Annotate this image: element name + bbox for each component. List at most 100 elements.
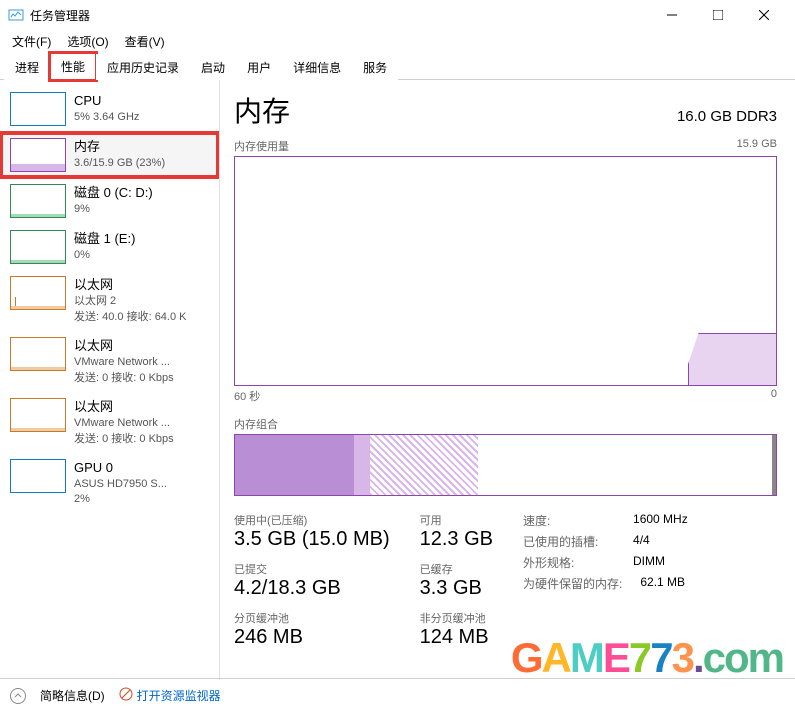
menu-file[interactable]: 文件(F) bbox=[4, 31, 59, 52]
sidebar-item-memory[interactable]: 内存 3.6/15.9 GB (23%) bbox=[0, 132, 219, 178]
stat-label: 已缓存 bbox=[420, 561, 493, 577]
usage-max: 15.9 GB bbox=[737, 138, 777, 154]
sidebar-item-disk1[interactable]: 磁盘 1 (E:) 0% bbox=[0, 224, 219, 270]
ethernet-thumb bbox=[10, 337, 66, 371]
sidebar-text: 内存 3.6/15.9 GB (23%) bbox=[74, 138, 165, 172]
cpu-thumb bbox=[10, 92, 66, 126]
composition-label: 内存组合 bbox=[234, 416, 777, 432]
maximize-button[interactable] bbox=[695, 0, 741, 30]
sidebar-text: 以太网 VMware Network ... 发送: 0 接收: 0 Kbps bbox=[74, 398, 174, 447]
memory-usage-chart[interactable] bbox=[234, 156, 777, 386]
sidebar-title: GPU 0 bbox=[74, 459, 167, 477]
stat-nonpaged: 非分页缓冲池 124 MB bbox=[420, 610, 493, 649]
sidebar-sub: VMware Network ... bbox=[74, 355, 174, 370]
detail-value: 62.1 MB bbox=[640, 575, 685, 592]
sidebar-text: GPU 0 ASUS HD7950 S... 2% bbox=[74, 459, 167, 508]
tab-app-history[interactable]: 应用历史记录 bbox=[96, 54, 190, 80]
tab-users[interactable]: 用户 bbox=[236, 54, 282, 80]
sidebar-text: 磁盘 0 (C: D:) 9% bbox=[74, 184, 153, 218]
sidebar: CPU 5% 3.64 GHz 内存 3.6/15.9 GB (23%) 磁盘 … bbox=[0, 80, 220, 680]
sidebar-item-cpu[interactable]: CPU 5% 3.64 GHz bbox=[0, 86, 219, 132]
memory-capacity: 16.0 GB DDR3 bbox=[677, 108, 777, 125]
ethernet-thumb bbox=[10, 398, 66, 432]
sidebar-item-gpu[interactable]: GPU 0 ASUS HD7950 S... 2% bbox=[0, 453, 219, 514]
gpu-thumb bbox=[10, 459, 66, 493]
detail-value: 1600 MHz bbox=[633, 512, 688, 529]
ethernet-thumb bbox=[10, 276, 66, 310]
axis-left: 60 秒 bbox=[234, 388, 260, 404]
sidebar-text: 以太网 以太网 2 发送: 40.0 接收: 64.0 K bbox=[74, 276, 187, 325]
resource-monitor-link[interactable]: 打开资源监视器 bbox=[119, 687, 221, 704]
disk-thumb bbox=[10, 230, 66, 264]
watermark: GAME773.com bbox=[511, 634, 783, 682]
stats: 使用中(已压缩) 3.5 GB (15.0 MB) 可用 12.3 GB 已提交… bbox=[234, 512, 777, 649]
sidebar-text: 磁盘 1 (E:) 0% bbox=[74, 230, 135, 264]
detail-row: 速度: 1600 MHz bbox=[523, 512, 688, 529]
detail-value: DIMM bbox=[633, 554, 665, 571]
sidebar-sub: 3.6/15.9 GB (23%) bbox=[74, 156, 165, 171]
sidebar-item-ethernet-1[interactable]: 以太网 以太网 2 发送: 40.0 接收: 64.0 K bbox=[0, 270, 219, 331]
comp-reserved bbox=[772, 435, 776, 495]
tab-performance[interactable]: 性能 bbox=[50, 53, 96, 80]
tab-startup[interactable]: 启动 bbox=[190, 54, 236, 80]
stat-label: 分页缓冲池 bbox=[234, 610, 390, 626]
stat-available: 可用 12.3 GB bbox=[420, 512, 493, 551]
comp-modified bbox=[354, 435, 370, 495]
sidebar-text: CPU 5% 3.64 GHz bbox=[74, 92, 139, 126]
memory-composition-chart[interactable] bbox=[234, 434, 777, 496]
minimize-button[interactable] bbox=[649, 0, 695, 30]
main-panel: 内存 16.0 GB DDR3 内存使用量 15.9 GB 60 秒 0 内存组… bbox=[220, 80, 795, 680]
sidebar-sub: ASUS HD7950 S... bbox=[74, 477, 167, 492]
memory-thumb bbox=[10, 138, 66, 172]
stat-value: 4.2/18.3 GB bbox=[234, 577, 390, 600]
sidebar-sub: 5% 3.64 GHz bbox=[74, 110, 139, 125]
detail-key: 为硬件保留的内存: bbox=[523, 575, 622, 592]
sidebar-sub: VMware Network ... bbox=[74, 416, 174, 431]
stat-cached: 已缓存 3.3 GB bbox=[420, 561, 493, 600]
main-header: 内存 16.0 GB DDR3 bbox=[234, 90, 777, 130]
sidebar-item-disk0[interactable]: 磁盘 0 (C: D:) 9% bbox=[0, 178, 219, 224]
sidebar-item-ethernet-3[interactable]: 以太网 VMware Network ... 发送: 0 接收: 0 Kbps bbox=[0, 392, 219, 453]
stat-value: 12.3 GB bbox=[420, 528, 493, 551]
comp-standby bbox=[370, 435, 478, 495]
brief-info-link[interactable]: 简略信息(D) bbox=[40, 687, 105, 704]
detail-row: 外形规格: DIMM bbox=[523, 554, 688, 571]
stat-value: 3.5 GB (15.0 MB) bbox=[234, 528, 390, 551]
forbidden-icon bbox=[119, 687, 133, 704]
stat-value: 246 MB bbox=[234, 626, 390, 649]
tab-processes[interactable]: 进程 bbox=[4, 54, 50, 80]
sidebar-item-ethernet-2[interactable]: 以太网 VMware Network ... 发送: 0 接收: 0 Kbps bbox=[0, 331, 219, 392]
stat-label: 使用中(已压缩) bbox=[234, 512, 390, 528]
detail-row: 为硬件保留的内存: 62.1 MB bbox=[523, 575, 688, 592]
stat-committed: 已提交 4.2/18.3 GB bbox=[234, 561, 390, 600]
sidebar-sub: 以太网 2 bbox=[74, 294, 187, 309]
usage-label: 内存使用量 bbox=[234, 138, 289, 154]
sidebar-title: 磁盘 0 (C: D:) bbox=[74, 184, 153, 202]
menu-options[interactable]: 选项(O) bbox=[59, 31, 116, 52]
menu-view[interactable]: 查看(V) bbox=[117, 31, 173, 52]
detail-value: 4/4 bbox=[633, 533, 650, 550]
stats-right: 速度:1600 MHz 已使用的插槽:4/4 外形规格:DIMM 为硬件保留的内… bbox=[523, 512, 688, 649]
chevron-up-icon[interactable] bbox=[10, 688, 26, 704]
menubar: 文件(F) 选项(O) 查看(V) bbox=[0, 30, 795, 52]
tab-services[interactable]: 服务 bbox=[352, 54, 398, 80]
stats-left: 使用中(已压缩) 3.5 GB (15.0 MB) 可用 12.3 GB 已提交… bbox=[234, 512, 493, 649]
stat-paged: 分页缓冲池 246 MB bbox=[234, 610, 390, 649]
axis-right: 0 bbox=[771, 388, 777, 404]
page-title: 内存 bbox=[234, 90, 290, 130]
bottom-bar: 简略信息(D) 打开资源监视器 bbox=[0, 678, 795, 712]
detail-key: 外形规格: bbox=[523, 554, 615, 571]
sidebar-title: CPU bbox=[74, 92, 139, 110]
comp-in-use bbox=[235, 435, 354, 495]
stat-label: 非分页缓冲池 bbox=[420, 610, 493, 626]
sidebar-title: 以太网 bbox=[74, 276, 187, 294]
stat-in-use: 使用中(已压缩) 3.5 GB (15.0 MB) bbox=[234, 512, 390, 551]
detail-key: 速度: bbox=[523, 512, 615, 529]
tab-details[interactable]: 详细信息 bbox=[282, 54, 352, 80]
chart-axis: 60 秒 0 bbox=[234, 388, 777, 404]
window-controls bbox=[649, 0, 787, 30]
close-button[interactable] bbox=[741, 0, 787, 30]
stat-label: 可用 bbox=[420, 512, 493, 528]
chart-labels: 内存使用量 15.9 GB bbox=[234, 138, 777, 154]
titlebar: 任务管理器 bbox=[0, 0, 795, 30]
